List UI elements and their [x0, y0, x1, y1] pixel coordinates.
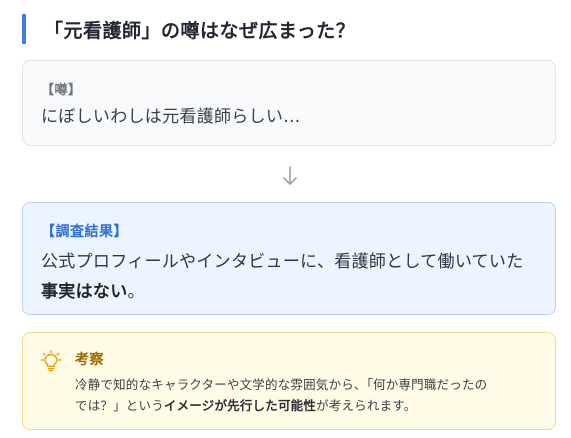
- investigation-card: 【調査結果】 公式プロフィールやインタビューに、看護師として働いていた事実はない…: [22, 202, 556, 315]
- heading-accent-bar: [22, 14, 26, 44]
- consideration-card: 考察 冷静で知的なキャラクターや文学的な雰囲気から、「何か専門職だったの では？…: [22, 332, 556, 430]
- consideration-line-1: 冷静で知的なキャラクターや文学的な雰囲気から、「何か専門職だったの: [75, 377, 488, 392]
- consideration-line-2: では？」というイメージが先行した可能性が考えられます。: [75, 395, 545, 416]
- rumor-label: 【噂】: [41, 83, 82, 98]
- consideration-line-2-emphasis: イメージが先行した可能性: [163, 398, 317, 413]
- rumor-card: 【噂】 にぼしいわしは元看護師らしい…: [22, 60, 556, 146]
- consideration-line-2-suffix: が考えられます。: [316, 398, 417, 413]
- lightbulb-icon: [41, 350, 61, 372]
- investigation-text-after: 。: [127, 282, 145, 302]
- arrow-down-icon: [283, 166, 297, 185]
- rumor-text: にぼしいわしは元看護師らしい…: [41, 107, 301, 127]
- investigation-text: 公式プロフィールやインタビューに、看護師として働いていた事実はない。: [41, 247, 537, 307]
- consideration-line-2-prefix: では？」という: [75, 398, 164, 413]
- investigation-label: 【調査結果】: [41, 224, 128, 240]
- heading-title: 「元看護師」の噂はなぜ広まった？: [44, 19, 356, 42]
- investigation-text-emphasis: 事実はない: [41, 282, 128, 302]
- consideration-label: 考察: [75, 352, 104, 368]
- investigation-text-before: 公式プロフィールやインタビューに、看護師として働いていた: [41, 252, 524, 272]
- section-heading: 「元看護師」の噂はなぜ広まった？: [22, 14, 552, 44]
- consideration-text: 冷静で知的なキャラクターや文学的な雰囲気から、「何か専門職だったの では？」とい…: [75, 374, 545, 416]
